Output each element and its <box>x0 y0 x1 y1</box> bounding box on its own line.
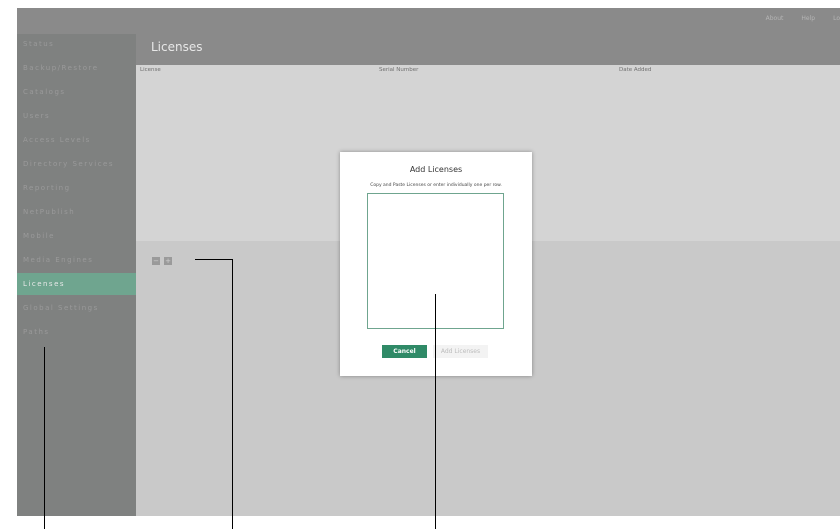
sidebar-item-users[interactable]: Users <box>17 106 136 126</box>
top-bar: About Help Lo <box>17 8 840 34</box>
top-nav: About Help Lo <box>766 15 840 22</box>
sidebar-item-access-levels[interactable]: Access Levels <box>17 130 136 150</box>
callout-line-add-vertical <box>232 259 233 529</box>
sidebar-item-directory-services[interactable]: Directory Services <box>17 154 136 174</box>
sidebar-item-catalogs[interactable]: Catalogs <box>17 82 136 102</box>
add-licenses-dialog: Add Licenses Copy and Paste Licenses or … <box>340 152 532 376</box>
sidebar: Status Backup/Restore Catalogs Users Acc… <box>17 34 136 516</box>
sidebar-item-reporting[interactable]: Reporting <box>17 178 136 198</box>
sidebar-item-mobile[interactable]: Mobile <box>17 226 136 246</box>
add-licenses-button[interactable]: Add Licenses <box>433 345 488 358</box>
column-header-serial-number[interactable]: Serial Number <box>379 67 418 73</box>
callout-line-add-horizontal <box>195 259 233 260</box>
top-nav-about[interactable]: About <box>766 15 784 22</box>
cancel-button[interactable]: Cancel <box>382 345 427 358</box>
dialog-instructions: Copy and Paste Licenses or enter individ… <box>370 183 502 188</box>
sidebar-item-paths[interactable]: Paths <box>17 322 136 342</box>
add-license-button[interactable]: + <box>164 257 172 265</box>
remove-license-button[interactable]: − <box>152 257 160 265</box>
top-nav-logout[interactable]: Lo <box>833 15 840 22</box>
dialog-title: Add Licenses <box>409 165 463 174</box>
column-header-date-added[interactable]: Date Added <box>619 67 651 73</box>
sidebar-item-licenses[interactable]: Licenses <box>17 273 136 295</box>
callout-line-licenses <box>44 347 45 529</box>
callout-line-textarea <box>435 294 436 529</box>
sidebar-item-status[interactable]: Status <box>17 34 136 54</box>
sidebar-item-netpublish[interactable]: NetPublish <box>17 202 136 222</box>
sidebar-item-media-engines[interactable]: Media Engines <box>17 250 136 270</box>
sidebar-item-global-settings[interactable]: Global Settings <box>17 298 136 318</box>
page-header: Licenses <box>136 34 840 65</box>
row-controls: − + <box>152 257 172 265</box>
column-header-license[interactable]: License <box>140 67 161 73</box>
sidebar-item-backup-restore[interactable]: Backup/Restore <box>17 58 136 78</box>
top-nav-help[interactable]: Help <box>801 15 815 22</box>
page-title: Licenses <box>151 40 203 54</box>
